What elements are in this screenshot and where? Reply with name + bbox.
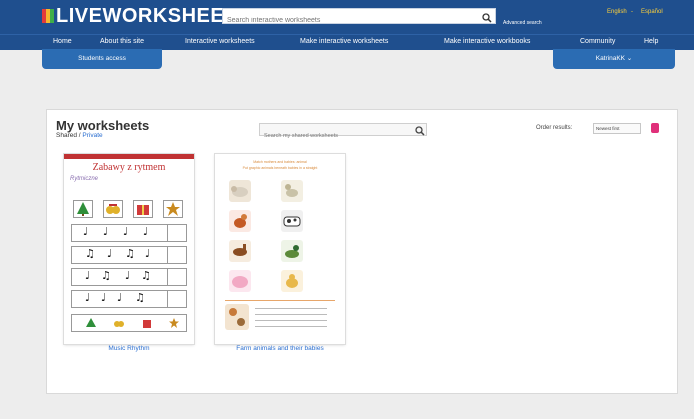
nav-home[interactable]: Home	[53, 38, 72, 45]
global-search[interactable]	[222, 8, 496, 28]
lang-separator: -	[631, 9, 633, 15]
private-tab[interactable]: Private	[82, 132, 102, 139]
quarter-note-icon: ♩	[143, 225, 149, 238]
worksheet-instructions: Put graphic animals beneath babies in a …	[242, 166, 318, 170]
worksheet-link-farm[interactable]: Farm animals and their babies	[215, 345, 345, 352]
duck-icon	[281, 240, 303, 262]
logo-mark-icon	[42, 9, 54, 23]
divider	[225, 300, 335, 301]
page-title: My worksheets	[56, 118, 150, 133]
rhythm-row: ♩ ♩ ♩ ♫	[71, 290, 187, 308]
star-icon	[169, 318, 179, 328]
quarter-note-icon: ♩	[85, 269, 91, 282]
answer-line[interactable]	[255, 314, 327, 315]
order-label: Order results:	[536, 125, 573, 131]
eighth-notes-icon: ♫	[141, 269, 151, 282]
animals-group-icon	[225, 304, 249, 330]
rhythm-row: ♫ ♩ ♫ ♩	[71, 246, 187, 264]
quarter-note-icon: ♩	[83, 225, 89, 238]
goat-icon	[281, 180, 303, 202]
quarter-note-icon: ♩	[107, 247, 113, 260]
top-header: LIVEWORKSHEETS Advanced search English -…	[0, 0, 694, 34]
rhythm-row: ♩ ♫ ♩ ♫	[71, 268, 187, 286]
quarter-note-icon: ♩	[117, 291, 123, 304]
sheep-icon	[229, 180, 251, 202]
worksheet-heading: Match mothers and babies: animal	[253, 160, 307, 164]
eighth-notes-icon: ♫	[85, 247, 95, 260]
quarter-note-icon: ♩	[125, 269, 131, 282]
card-header-band	[64, 154, 194, 159]
rhythm-row: ♩ ♩ ♩ ♩	[71, 224, 187, 242]
shared-search-input[interactable]	[260, 130, 408, 142]
worksheet-card-music[interactable]: Zabawy z rytmem Rytmiczne ♩ ♩ ♩ ♩ ♫ ♩ ♫ …	[64, 154, 194, 344]
answer-box[interactable]	[167, 268, 187, 286]
worksheet-card-farm[interactable]: Match mothers and babies: animal Put gra…	[215, 154, 345, 344]
nav-help[interactable]: Help	[644, 38, 658, 45]
lang-english-link[interactable]: English	[607, 9, 627, 15]
main-nav: Home About this site Interactive workshe…	[0, 34, 694, 50]
site-logo[interactable]: LIVEWORKSHEETS	[42, 5, 251, 28]
bells-icon	[114, 321, 124, 327]
eighth-notes-icon: ♫	[135, 291, 145, 304]
eighth-notes-icon: ♫	[101, 269, 111, 282]
picture-row	[71, 314, 187, 332]
horse-icon	[229, 240, 251, 262]
nav-interactive-worksheets[interactable]: Interactive worksheets	[185, 38, 255, 45]
students-access-button[interactable]: Students access	[42, 49, 162, 69]
lang-spanish-link[interactable]: Español	[641, 9, 663, 15]
quarter-note-icon: ♩	[145, 247, 151, 260]
search-icon[interactable]	[482, 10, 492, 28]
star-icon	[163, 200, 183, 218]
eighth-notes-icon: ♫	[125, 247, 135, 260]
order-go-button[interactable]	[651, 123, 659, 133]
tree-icon	[86, 318, 96, 327]
my-worksheets-panel: My worksheets Shared / Private Order res…	[46, 109, 678, 394]
gift-icon	[133, 200, 153, 218]
shared-tab[interactable]: Shared	[56, 132, 77, 139]
chick-icon	[281, 270, 303, 292]
cow-icon	[281, 210, 303, 232]
worksheet-link-music[interactable]: Music Rhythm	[64, 345, 194, 352]
user-menu-button[interactable]: KatrinaKK ⌄	[553, 49, 675, 69]
tree-icon	[73, 200, 93, 218]
advanced-search-link[interactable]: Advanced search	[503, 20, 542, 26]
shared-search[interactable]	[259, 123, 427, 142]
pig-icon	[229, 270, 251, 292]
quarter-note-icon: ♩	[103, 225, 109, 238]
nav-make-worksheets[interactable]: Make interactive worksheets	[300, 38, 388, 45]
quarter-note-icon: ♩	[101, 291, 107, 304]
answer-line[interactable]	[255, 308, 327, 309]
answer-box[interactable]	[167, 246, 187, 264]
visibility-toggle: Shared / Private	[56, 132, 103, 139]
hen-icon	[229, 210, 251, 232]
global-search-input[interactable]	[223, 13, 481, 28]
nav-community[interactable]: Community	[580, 38, 615, 45]
search-icon[interactable]	[415, 123, 425, 141]
gift-icon	[143, 320, 151, 328]
worksheet-subtitle: Rytmiczne	[70, 176, 99, 182]
answer-box[interactable]	[167, 224, 187, 242]
nav-make-workbooks[interactable]: Make interactive workbooks	[444, 38, 530, 45]
answer-line[interactable]	[255, 326, 327, 327]
bells-icon	[103, 200, 123, 218]
quarter-note-icon: ♩	[123, 225, 129, 238]
answer-line[interactable]	[255, 320, 327, 321]
picture-row	[71, 200, 187, 218]
worksheet-title: Zabawy z rytmem	[92, 162, 166, 173]
order-select[interactable]: Newest first	[593, 123, 641, 134]
nav-about[interactable]: About this site	[100, 38, 144, 45]
answer-box[interactable]	[167, 290, 187, 308]
quarter-note-icon: ♩	[85, 291, 91, 304]
